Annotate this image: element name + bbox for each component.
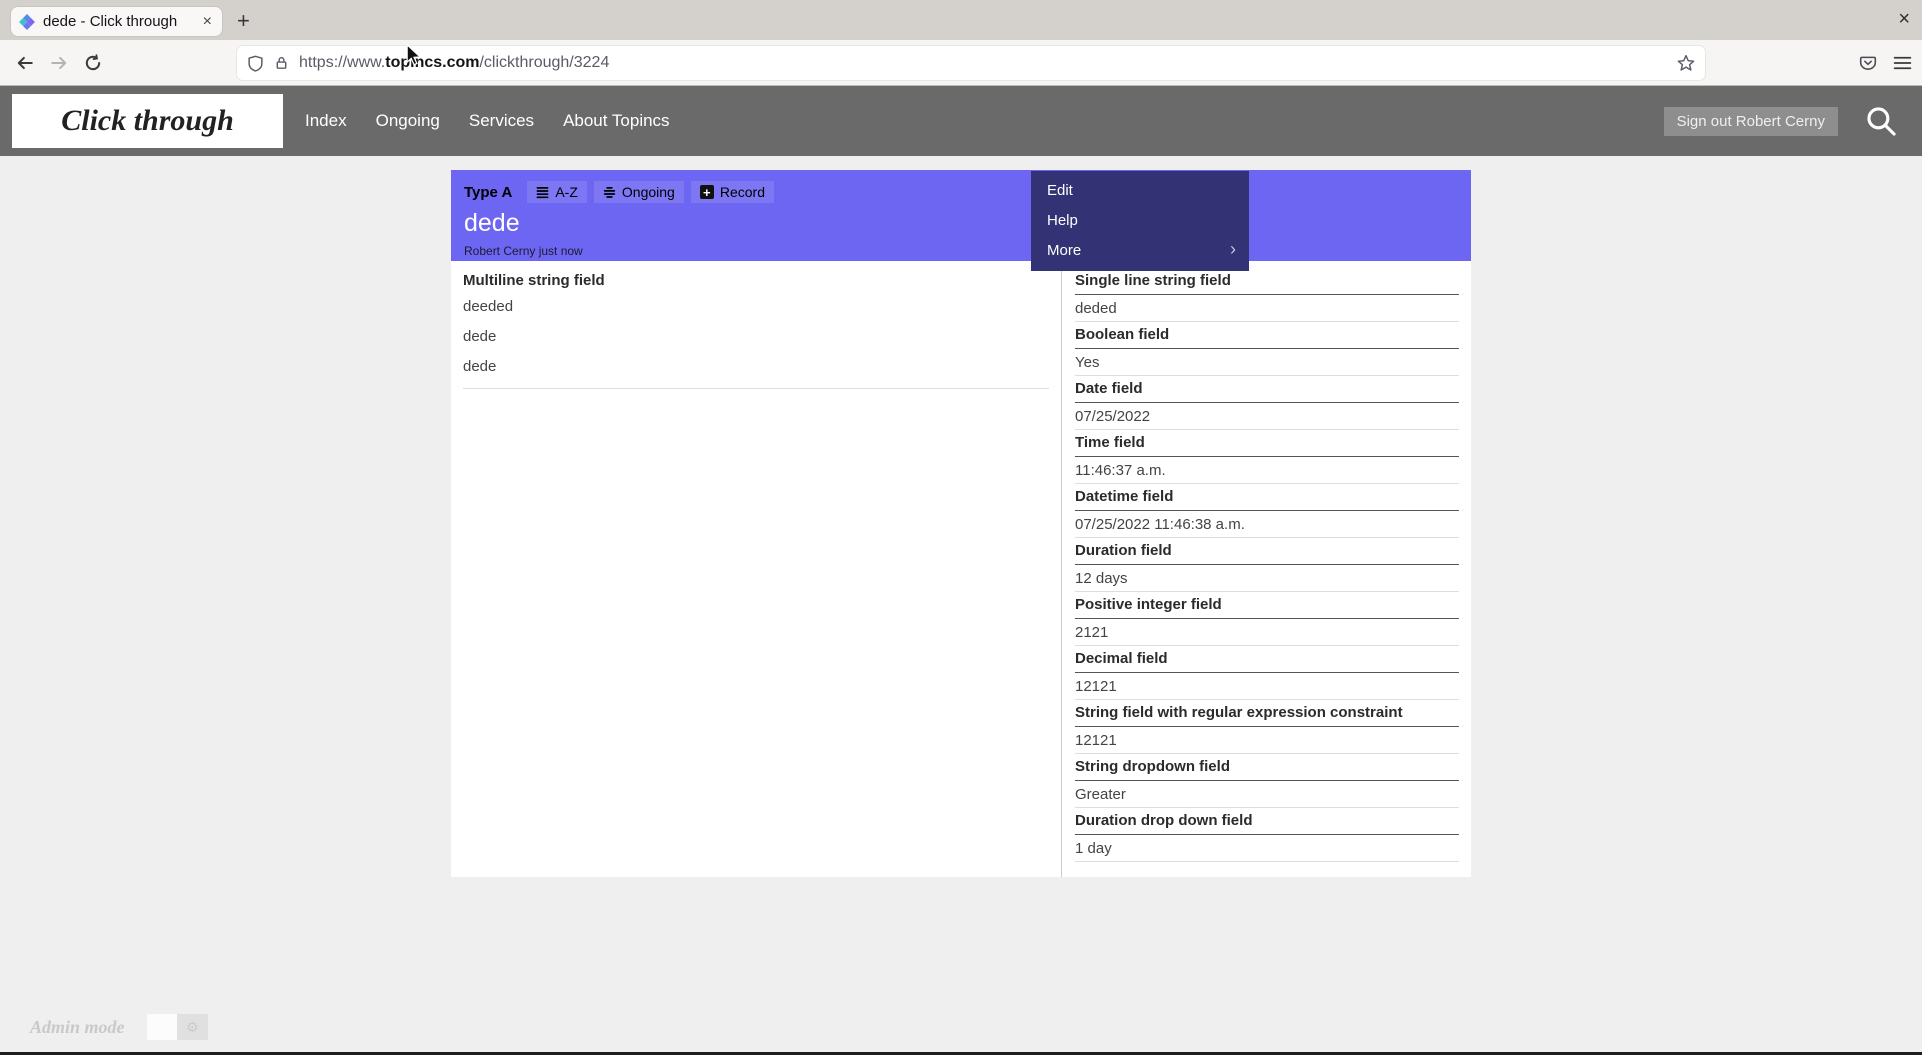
field-value: 2121 <box>1075 619 1459 646</box>
field-value: Greater <box>1075 781 1459 808</box>
field-label: Duration drop down field <box>1075 812 1459 835</box>
field-label: Single line string field <box>1075 272 1459 295</box>
nav-link[interactable]: Index <box>305 111 347 131</box>
record-button-label: Record <box>719 184 765 200</box>
field-block: Datetime field 07/25/2022 11:46:38 a.m. <box>1075 488 1459 538</box>
multiline-field-value: dede <box>463 328 497 345</box>
field-value: 07/25/2022 <box>1075 403 1459 430</box>
sign-out-button[interactable]: Sign out Robert Cerny <box>1663 106 1838 136</box>
record-card-header: Type A A-Z Ongoing + Record dede Robert … <box>451 170 1471 261</box>
record-title: dede <box>464 209 520 237</box>
shield-icon[interactable] <box>247 55 264 72</box>
page-content: Type A A-Z Ongoing + Record dede Robert … <box>0 156 1922 1052</box>
url-path: /clickthrough/3224 <box>479 54 610 71</box>
field-label: Boolean field <box>1075 326 1459 349</box>
field-block: Duration drop down field 1 day <box>1075 812 1459 862</box>
admin-mode-bar: Admin mode ⚙ <box>30 1014 208 1040</box>
field-value: Yes <box>1075 349 1459 376</box>
nav-link[interactable]: Services <box>469 111 534 131</box>
pocket-icon[interactable] <box>1859 54 1877 72</box>
url-bar[interactable]: https://www.topincs.com/clickthrough/322… <box>237 46 1705 80</box>
plus-icon: + <box>699 185 714 199</box>
field-label: Time field <box>1075 434 1459 457</box>
field-block: Decimal field 12121 <box>1075 650 1459 700</box>
context-menu: Edit Help More › <box>1031 171 1249 271</box>
multiline-field-values: deeded dede dede <box>463 298 1049 389</box>
menu-item-help[interactable]: Help <box>1031 206 1249 236</box>
menu-item-more[interactable]: More › <box>1031 236 1249 266</box>
field-block: Boolean field Yes <box>1075 326 1459 376</box>
site-nav-links: Index Ongoing Services About Topincs <box>305 111 670 131</box>
menu-hamburger-icon[interactable] <box>1893 55 1912 71</box>
window-close-icon[interactable]: × <box>1898 8 1910 31</box>
toggle-knob <box>146 1014 178 1040</box>
browser-tab[interactable]: dede - Click through × <box>10 6 223 37</box>
multiline-field-value: dede <box>463 358 497 375</box>
site-logo[interactable]: Click through <box>12 94 283 148</box>
az-button[interactable]: A-Z <box>527 181 587 203</box>
field-label: Date field <box>1075 380 1459 403</box>
lock-icon[interactable] <box>274 55 289 71</box>
field-label: String field with regular expression con… <box>1075 704 1459 727</box>
browser-tab-bar: dede - Click through × + × <box>0 0 1922 40</box>
site-logo-text: Click through <box>61 104 234 137</box>
chevron-right-icon: › <box>1230 239 1236 259</box>
tab-close-icon[interactable]: × <box>201 13 214 30</box>
multiline-field-value: deeded <box>463 298 514 315</box>
multiline-field-label: Multiline string field <box>463 272 605 289</box>
gear-icon: ⚙ <box>177 1014 208 1040</box>
field-label: String dropdown field <box>1075 758 1459 781</box>
field-label: Positive integer field <box>1075 596 1459 619</box>
field-value: 11:46:37 a.m. <box>1075 457 1459 484</box>
ongoing-icon <box>603 186 616 199</box>
field-value: 07/25/2022 11:46:38 a.m. <box>1075 511 1459 538</box>
list-icon <box>536 186 549 199</box>
record-byline: Robert Cerny just now <box>464 244 583 258</box>
field-value: 12 days <box>1075 565 1459 592</box>
record-type-label: Type A <box>464 183 513 201</box>
field-block: String dropdown field Greater <box>1075 758 1459 808</box>
back-icon[interactable] <box>8 46 42 80</box>
reload-icon[interactable] <box>76 46 110 80</box>
url-prefix: https://www. <box>299 54 386 71</box>
browser-toolbar: https://www.topincs.com/clickthrough/322… <box>0 40 1922 86</box>
field-label: Datetime field <box>1075 488 1459 511</box>
tab-title: dede - Click through <box>43 13 178 30</box>
field-value: 1 day <box>1075 835 1459 862</box>
field-block: Positive integer field 2121 <box>1075 596 1459 646</box>
favicon <box>19 13 35 30</box>
url-domain: topincs.com <box>385 54 480 71</box>
field-block: Date field 07/25/2022 <box>1075 380 1459 430</box>
field-value: 12121 <box>1075 727 1459 754</box>
menu-item-edit[interactable]: Edit <box>1031 176 1249 206</box>
field-block: Single line string field deded <box>1075 272 1459 322</box>
multiline-field-column: Multiline string field deeded dede dede <box>451 261 1062 877</box>
bookmark-star-icon[interactable] <box>1677 54 1695 72</box>
field-block: Duration field 12 days <box>1075 542 1459 592</box>
search-icon[interactable] <box>1864 104 1898 138</box>
new-tab-button[interactable]: + <box>237 8 250 34</box>
field-label: Duration field <box>1075 542 1459 565</box>
site-header: Click through Index Ongoing Services Abo… <box>0 86 1922 156</box>
az-button-label: A-Z <box>555 184 578 200</box>
record-card-body: Multiline string field deeded dede dede … <box>451 261 1471 877</box>
nav-link[interactable]: About Topincs <box>563 111 669 131</box>
admin-mode-toggle[interactable]: ⚙ <box>146 1014 208 1040</box>
field-value: 12121 <box>1075 673 1459 700</box>
record-card: Type A A-Z Ongoing + Record dede Robert … <box>451 170 1471 877</box>
forward-icon[interactable] <box>42 46 76 80</box>
menu-item-more-label: More <box>1047 242 1082 259</box>
field-value: deded <box>1075 295 1459 322</box>
field-block: String field with regular expression con… <box>1075 704 1459 754</box>
field-block: Time field 11:46:37 a.m. <box>1075 434 1459 484</box>
nav-link[interactable]: Ongoing <box>376 111 440 131</box>
fields-column: Single line string field deded Boolean f… <box>1062 261 1471 877</box>
admin-mode-label: Admin mode <box>30 1016 125 1037</box>
field-label: Decimal field <box>1075 650 1459 673</box>
ongoing-button[interactable]: Ongoing <box>593 181 684 203</box>
record-button[interactable]: + Record <box>690 181 774 203</box>
ongoing-button-label: Ongoing <box>621 184 675 200</box>
url-text: https://www.topincs.com/clickthrough/322… <box>299 54 1677 72</box>
